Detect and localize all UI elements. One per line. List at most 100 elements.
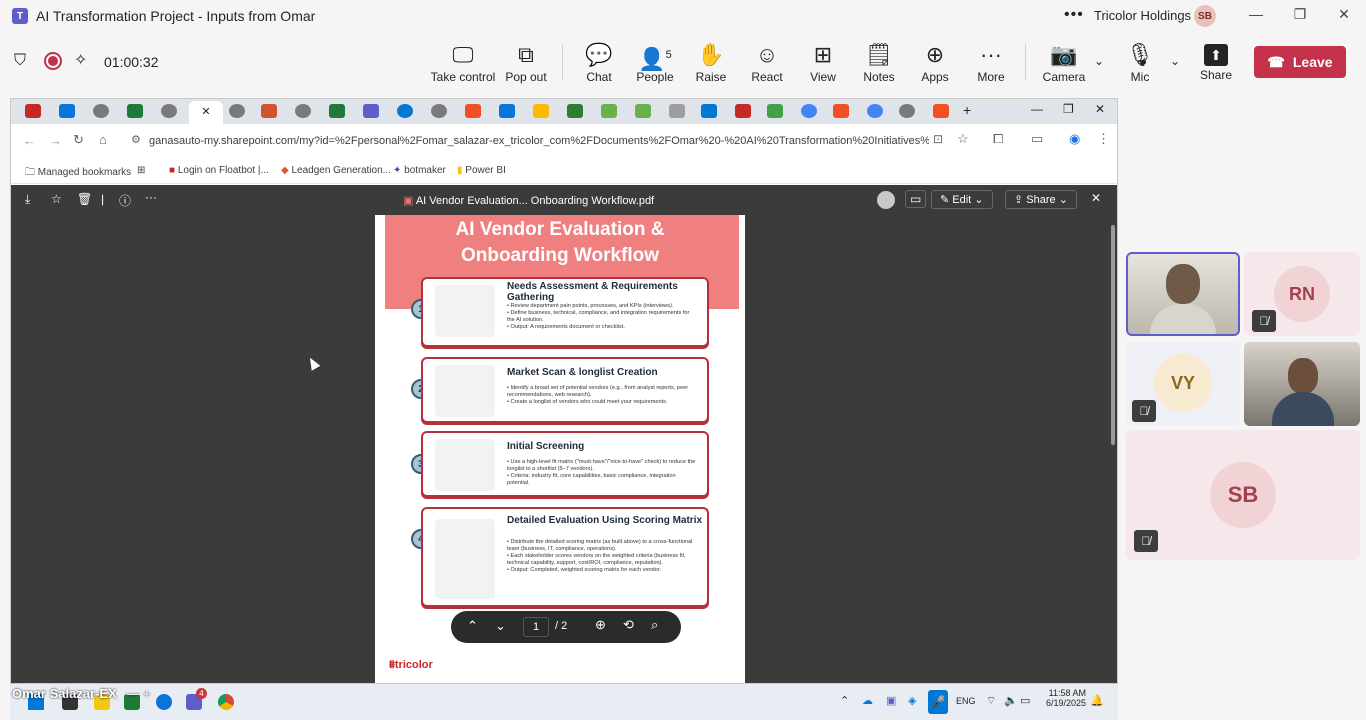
- participant-video-tile[interactable]: [1126, 252, 1240, 336]
- sync-icon[interactable]: ◈: [908, 694, 916, 707]
- language-indicator[interactable]: ENG: [956, 696, 976, 706]
- edit-button[interactable]: ✎ Edit ⌄: [931, 190, 993, 209]
- tab-icon[interactable]: [363, 104, 379, 118]
- rotate-icon[interactable]: ⟲: [623, 617, 634, 633]
- participant-video-tile[interactable]: [1244, 342, 1360, 426]
- cast-icon[interactable]: ▭: [1031, 131, 1043, 147]
- minimize-icon[interactable]: —: [1031, 102, 1043, 116]
- apps-grid-icon[interactable]: ⊞: [137, 165, 145, 176]
- chrome-icon[interactable]: [218, 694, 234, 710]
- tab-icon[interactable]: [601, 104, 617, 118]
- tab-icon[interactable]: [329, 104, 345, 118]
- participant-tile-rn[interactable]: RN 🎙̸: [1244, 252, 1360, 336]
- org-avatar[interactable]: SB: [1194, 5, 1216, 27]
- microphone-icon[interactable]: 🎤: [928, 690, 948, 714]
- tab-icon[interactable]: [499, 104, 515, 118]
- next-page-icon[interactable]: ⌄: [495, 618, 506, 634]
- reload-icon[interactable]: ↻: [73, 132, 84, 148]
- page-number-input[interactable]: 1: [523, 617, 549, 637]
- tab-icon[interactable]: [567, 104, 583, 118]
- search-icon[interactable]: ⌕: [651, 617, 658, 633]
- pdf-share-button[interactable]: ⇪ Share ⌄: [1005, 190, 1077, 209]
- zoom-in-icon[interactable]: ⊕: [595, 617, 606, 633]
- chevron-down-icon[interactable]: ⌄: [1094, 54, 1104, 68]
- react-button[interactable]: ☺ React: [735, 42, 799, 84]
- active-tab-close-icon[interactable]: ✕: [189, 101, 223, 124]
- notifications-icon[interactable]: 🔔: [1090, 694, 1104, 707]
- volume-icon[interactable]: 🔈: [1004, 694, 1018, 707]
- notes-button[interactable]: 🗒 Notes: [847, 42, 911, 84]
- more-icon[interactable]: ···: [145, 190, 157, 204]
- tab-icon[interactable]: [735, 104, 751, 118]
- delete-icon[interactable]: 🗑: [77, 192, 92, 206]
- tab-icon[interactable]: [701, 104, 717, 118]
- tab-icon[interactable]: [635, 104, 651, 118]
- tray-overflow-icon[interactable]: ⌃: [840, 694, 849, 707]
- extensions-icon[interactable]: ⧠: [993, 131, 1003, 147]
- wifi-icon[interactable]: ⌔: [986, 694, 996, 708]
- raise-hand-button[interactable]: ✋ Raise: [679, 42, 743, 84]
- share-button[interactable]: ⬆ Share: [1184, 42, 1248, 82]
- more-button[interactable]: ··· More: [959, 42, 1023, 84]
- url-field[interactable]: ganasauto-my.sharepoint.com/my?id=%2Fper…: [149, 135, 929, 147]
- leave-button[interactable]: ☎ Leave: [1254, 46, 1346, 78]
- close-icon[interactable]: ✕: [1334, 6, 1354, 23]
- tab-icon[interactable]: [899, 104, 915, 118]
- battery-icon[interactable]: ▭: [1020, 694, 1030, 707]
- camera-button[interactable]: 📷 Camera: [1032, 42, 1096, 84]
- maximize-icon[interactable]: ❐: [1290, 6, 1310, 23]
- teams-tray-icon[interactable]: ▣: [886, 694, 896, 707]
- info-icon[interactable]: ⓘ: [119, 192, 131, 209]
- pop-out-button[interactable]: ⧉ Pop out: [494, 42, 558, 84]
- mic-button[interactable]: 🎙 Mic: [1108, 42, 1172, 84]
- tab-icon[interactable]: [669, 104, 685, 118]
- favorite-icon[interactable]: ☆: [51, 192, 62, 206]
- tab-icon[interactable]: [397, 104, 413, 118]
- comment-icon[interactable]: ▭: [905, 190, 927, 208]
- tab-icon[interactable]: [933, 104, 949, 118]
- participant-tile-sb[interactable]: SB 🎙̸: [1126, 430, 1360, 560]
- tab-icon[interactable]: [767, 104, 783, 118]
- bookmark-floatbot[interactable]: ■ Login on Floatbot |...: [169, 165, 269, 176]
- tab-icon[interactable]: [801, 104, 817, 118]
- minimize-share-icon[interactable]: — +: [126, 686, 150, 701]
- install-app-icon[interactable]: ⊡: [933, 132, 943, 146]
- profile-icon[interactable]: ◉: [1069, 131, 1080, 147]
- tab-icon[interactable]: [25, 104, 41, 118]
- close-viewer-icon[interactable]: ✕: [1091, 191, 1101, 205]
- tab-icon[interactable]: [431, 104, 447, 118]
- scrollbar[interactable]: [1111, 225, 1115, 445]
- chat-button[interactable]: 💬 Chat: [567, 42, 631, 84]
- people-button[interactable]: 👤5 People: [623, 42, 687, 84]
- tab-icon[interactable]: [465, 104, 481, 118]
- tab-icon[interactable]: [533, 104, 549, 118]
- onedrive-icon[interactable]: ☁: [862, 694, 873, 707]
- org-name[interactable]: Tricolor Holdings: [1094, 8, 1191, 23]
- tab-icon[interactable]: [833, 104, 849, 118]
- back-icon[interactable]: ←: [23, 133, 36, 148]
- bookmark-botmaker[interactable]: ✦ botmaker: [393, 165, 446, 176]
- tab-icon[interactable]: [127, 104, 143, 118]
- tab-icon[interactable]: [295, 104, 311, 118]
- bookmark-star-icon[interactable]: ☆: [957, 131, 969, 147]
- prev-page-icon[interactable]: ⌃: [467, 618, 478, 634]
- new-tab-icon[interactable]: +: [963, 102, 971, 118]
- home-icon[interactable]: ⌂: [99, 132, 107, 147]
- tab-icon[interactable]: [229, 104, 245, 118]
- minimize-icon[interactable]: —: [1246, 6, 1266, 22]
- clock[interactable]: 11:58 AM 6/19/2025: [1044, 688, 1086, 708]
- bookmark-managed[interactable]: 🗀 Managed bookmarks: [25, 165, 131, 182]
- edge-icon[interactable]: [156, 694, 172, 710]
- maximize-icon[interactable]: ❐: [1063, 102, 1074, 116]
- effects-icon[interactable]: ✧: [74, 50, 87, 70]
- tab-icon[interactable]: [93, 104, 109, 118]
- chevron-down-icon[interactable]: ⌄: [1170, 54, 1180, 68]
- user-avatar[interactable]: [877, 191, 895, 209]
- browser-menu-icon[interactable]: ⋮: [1097, 131, 1110, 147]
- participant-tile-vy[interactable]: VY 🎙̸: [1126, 342, 1240, 426]
- tab-icon[interactable]: [161, 104, 177, 118]
- view-button[interactable]: ⊞ View: [791, 42, 855, 84]
- bookmark-powerbi[interactable]: ▮ Power BI: [457, 165, 506, 176]
- more-options-icon[interactable]: •••: [1064, 6, 1084, 24]
- take-control-button[interactable]: 🖵 Take control: [430, 42, 496, 84]
